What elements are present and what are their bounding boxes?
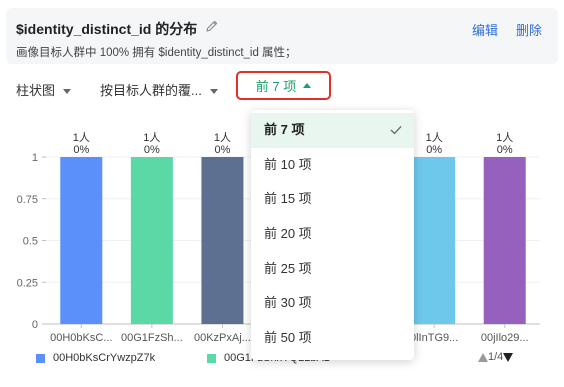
- dropdown-option[interactable]: 前 7 项: [251, 113, 414, 148]
- y-tick-label: 1: [32, 152, 38, 164]
- legend-item[interactable]: 00H0bKsCrYwzpZ7k: [36, 352, 155, 364]
- check-icon: [390, 126, 402, 135]
- bar: [130, 157, 173, 324]
- x-tick-label: 00H0bKsC...: [50, 332, 112, 344]
- bar: [201, 157, 244, 324]
- bar: [483, 157, 526, 324]
- bar-count-label: 1人: [214, 131, 231, 144]
- y-tick-label: 0.75: [17, 194, 38, 206]
- delete-link[interactable]: 删除: [516, 20, 542, 39]
- edit-link[interactable]: 编辑: [472, 20, 498, 39]
- bar-percent-label: 0%: [426, 144, 442, 156]
- bar-percent-label: 0%: [73, 144, 89, 156]
- chart-type-select[interactable]: 柱状图: [16, 80, 72, 99]
- dropdown-option-label: 前 30 项: [264, 295, 312, 311]
- bar-percent-label: 0%: [214, 144, 230, 156]
- dropdown-option-label: 前 7 项: [264, 122, 305, 137]
- dropdown-option[interactable]: 前 20 项: [251, 217, 414, 252]
- chevron-down-icon: [63, 89, 72, 95]
- dropdown-option[interactable]: 前 10 项: [251, 148, 414, 183]
- x-tick-label: 00jIlo29...: [481, 332, 529, 344]
- metric-label: 按目标人群的覆...: [100, 83, 202, 98]
- legend-swatch: [36, 353, 45, 363]
- bar-percent-label: 0%: [144, 144, 160, 156]
- pager-text: 1/4: [488, 351, 504, 363]
- x-tick-label: 0lInTG9...: [410, 332, 458, 344]
- dropdown-option[interactable]: 前 25 项: [251, 252, 414, 287]
- bar-count-label: 1人: [426, 131, 443, 144]
- y-tick-label: 0: [32, 319, 38, 331]
- metric-select[interactable]: 按目标人群的覆...: [100, 80, 218, 99]
- top-n-select[interactable]: 前 7 项: [236, 71, 331, 100]
- dropdown-option-label: 前 50 项: [264, 330, 312, 346]
- top-n-dropdown: 前 7 项前 10 项前 15 项前 20 项前 25 项前 30 项前 50 …: [251, 110, 414, 360]
- header-title: $identity_distinct_id 的分布: [16, 21, 198, 37]
- y-tick-label: 0.5: [23, 236, 38, 248]
- pager-down-arrow-icon[interactable]: [503, 352, 514, 362]
- x-tick-label: 00G1FzSh...: [121, 332, 183, 344]
- dropdown-option-label: 前 15 项: [264, 191, 312, 207]
- bar-count-label: 1人: [496, 131, 513, 144]
- bar-count-label: 1人: [73, 131, 90, 144]
- chevron-up-icon: [303, 83, 312, 88]
- bar-count-label: 1人: [143, 131, 160, 144]
- dropdown-option-label: 前 20 项: [264, 226, 312, 242]
- pencil-edit-icon[interactable]: [205, 19, 219, 33]
- dropdown-option[interactable]: 前 50 项: [251, 321, 414, 356]
- y-tick-label: 0.25: [17, 277, 38, 289]
- legend-swatch: [207, 353, 216, 363]
- x-tick-label: 00KzPxAj...: [194, 332, 251, 344]
- chart-type-label: 柱状图: [16, 83, 56, 98]
- top-n-label: 前 7 项: [255, 79, 297, 94]
- dropdown-option-label: 前 10 项: [264, 156, 312, 172]
- dropdown-option-label: 前 25 项: [264, 260, 312, 276]
- pager-up-arrow-icon[interactable]: [478, 352, 488, 362]
- chevron-down-icon: [209, 89, 218, 95]
- header-subtitle: 画像目标人群中 100% 拥有 $identity_distinct_id 属性…: [16, 47, 297, 59]
- bar: [60, 157, 103, 324]
- header-card: $identity_distinct_id 的分布 画像目标人群中 100% 拥…: [6, 8, 558, 64]
- legend-pager: 1/4: [478, 351, 514, 363]
- bar: [413, 157, 456, 324]
- dropdown-option[interactable]: 前 15 项: [251, 182, 414, 217]
- legend-label: 00H0bKsCrYwzpZ7k: [53, 352, 156, 364]
- bar-percent-label: 0%: [497, 144, 513, 156]
- dropdown-option[interactable]: 前 30 项: [251, 286, 414, 321]
